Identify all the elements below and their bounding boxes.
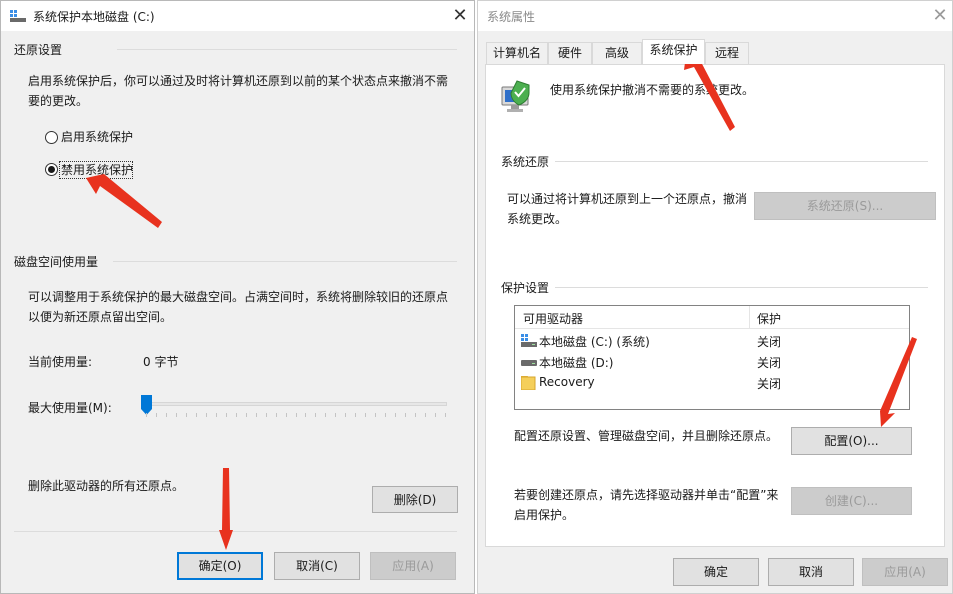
slider-tick — [165, 413, 167, 417]
current-usage-value: 0 字节 — [143, 355, 179, 369]
drive-protection: 关闭 — [757, 356, 782, 370]
radio-enable-protection[interactable] — [45, 131, 58, 144]
slider-tick — [345, 413, 347, 417]
slider-tick — [245, 413, 247, 417]
footer-divider — [14, 531, 457, 532]
max-usage-slider-thumb[interactable] — [141, 395, 152, 415]
column-header-drive[interactable]: 可用驱动器 — [523, 310, 583, 327]
close-icon[interactable]: ✕ — [929, 5, 951, 27]
drive-protection: 关闭 — [757, 377, 782, 391]
configure-button[interactable]: 配置(O)... — [791, 427, 912, 455]
slider-tick — [315, 413, 317, 417]
slider-tick — [255, 413, 257, 417]
disk-description: 可以调整用于系统保护的最大磁盘空间。占满空间时，系统将删除较旧的还原点以便为新还… — [28, 290, 449, 324]
slider-tick — [385, 413, 387, 417]
column-separator — [749, 306, 750, 328]
slider-tick — [335, 413, 337, 417]
slider-tick — [325, 413, 327, 417]
header-divider — [515, 328, 909, 329]
panel-description: 使用系统保护撤消不需要的系统更改。 — [550, 83, 755, 97]
slider-tick — [435, 413, 437, 417]
slider-tick — [285, 413, 287, 417]
cancel-button[interactable]: 取消(C) — [274, 552, 360, 580]
slider-tick — [355, 413, 357, 417]
drive-name: 本地磁盘 (C:) (系统) — [539, 335, 650, 349]
slider-tick — [375, 413, 377, 417]
drive-protection: 关闭 — [757, 335, 782, 349]
max-usage-label: 最大使用量(M): — [28, 401, 112, 415]
delete-button[interactable]: 删除(D) — [372, 486, 458, 513]
system-protection-icon — [499, 79, 533, 118]
slider-tick — [365, 413, 367, 417]
system-restore-button[interactable]: 系统还原(S)... — [754, 192, 936, 220]
system-protection-panel: 使用系统保护撤消不需要的系统更改。 系统还原 可以通过将计算机还原到上一个还原点… — [485, 64, 945, 547]
cancel-button[interactable]: 取消 — [768, 558, 854, 586]
slider-tick — [146, 413, 147, 417]
group-divider — [555, 161, 928, 162]
max-usage-slider-track[interactable] — [141, 402, 447, 406]
column-header-protection[interactable]: 保护 — [757, 310, 781, 327]
list-item[interactable]: 本地磁盘 (C:) (系统) 关闭 — [515, 331, 909, 352]
slider-tick — [295, 413, 297, 417]
disk-usage-label: 磁盘空间使用量 — [14, 255, 99, 269]
group-divider — [113, 261, 457, 262]
tab-advanced[interactable]: 高级 — [592, 42, 642, 64]
slider-tick — [215, 413, 217, 417]
current-usage-label: 当前使用量: — [28, 355, 93, 369]
slider-tick — [225, 413, 227, 417]
slider-tick — [155, 413, 157, 417]
drive-name: Recovery — [539, 375, 595, 389]
radio-disable-label[interactable]: 禁用系统保护 — [61, 162, 133, 178]
radio-enable-label[interactable]: 启用系统保护 — [61, 129, 133, 145]
slider-tick — [395, 413, 397, 417]
protection-settings-label: 保护设置 — [501, 281, 550, 295]
tab-computer-name[interactable]: 计算机名 — [486, 42, 548, 64]
ok-button[interactable]: 确定 — [673, 558, 759, 586]
window-title: 系统保护本地磁盘 (C:) — [33, 10, 155, 24]
slider-tick — [425, 413, 427, 417]
configure-description: 配置还原设置、管理磁盘空间，并且删除还原点。 — [514, 429, 779, 443]
slider-tick — [265, 413, 267, 417]
slider-tick — [235, 413, 237, 417]
title-bar: 系统属性 ✕ — [478, 1, 952, 31]
folder-icon — [520, 376, 537, 393]
slider-tick — [195, 413, 197, 417]
create-description: 若要创建还原点，请先选择驱动器并单击“配置”来启用保护。 — [514, 488, 779, 522]
window-title: 系统属性 — [487, 10, 536, 24]
restore-description: 启用系统保护后，你可以通过及时将计算机还原到以前的某个状态点来撤消不需要的更改。 — [28, 74, 449, 108]
slider-tick — [205, 413, 207, 417]
group-divider — [555, 287, 928, 288]
tab-remote[interactable]: 远程 — [705, 42, 749, 64]
radio-disable-protection[interactable] — [45, 163, 58, 176]
slider-tick — [275, 413, 277, 417]
drive-title-icon — [10, 10, 26, 25]
drive-list[interactable]: 可用驱动器 保护 本地磁盘 (C:) (系统) 关闭 本地磁盘 (D:) 关闭 … — [514, 305, 910, 410]
apply-button[interactable]: 应用(A) — [370, 552, 456, 580]
tab-hardware[interactable]: 硬件 — [548, 42, 592, 64]
group-divider — [117, 49, 457, 50]
system-restore-label: 系统还原 — [501, 155, 550, 169]
drive-icon — [521, 355, 537, 371]
drive-name: 本地磁盘 (D:) — [539, 356, 614, 370]
slider-tick — [305, 413, 307, 417]
ok-button[interactable]: 确定(O) — [177, 552, 263, 580]
slider-tick — [415, 413, 417, 417]
close-icon[interactable]: ✕ — [449, 5, 471, 27]
slider-tick — [175, 413, 177, 417]
list-item[interactable]: Recovery 关闭 — [515, 373, 909, 394]
system-restore-description: 可以通过将计算机还原到上一个还原点，撤消系统更改。 — [507, 192, 748, 226]
list-item[interactable]: 本地磁盘 (D:) 关闭 — [515, 352, 909, 373]
system-protection-dialog: 系统保护本地磁盘 (C:) ✕ 还原设置 启用系统保护后，你可以通过及时将计算机… — [0, 0, 475, 594]
title-bar: 系统保护本地磁盘 (C:) ✕ — [1, 1, 474, 31]
system-drive-icon — [521, 334, 537, 350]
tab-system-protection[interactable]: 系统保护 — [642, 39, 705, 64]
apply-button[interactable]: 应用(A) — [862, 558, 948, 586]
slider-tick — [405, 413, 407, 417]
slider-tick — [445, 413, 446, 417]
slider-tick — [185, 413, 187, 417]
restore-settings-label: 还原设置 — [14, 43, 63, 57]
create-button[interactable]: 创建(C)... — [791, 487, 912, 515]
delete-description: 删除此驱动器的所有还原点。 — [28, 479, 185, 493]
system-properties-dialog: 系统属性 ✕ 计算机名 硬件 高级 系统保护 远程 使用系统保护撤消不需要的系统… — [477, 0, 953, 594]
